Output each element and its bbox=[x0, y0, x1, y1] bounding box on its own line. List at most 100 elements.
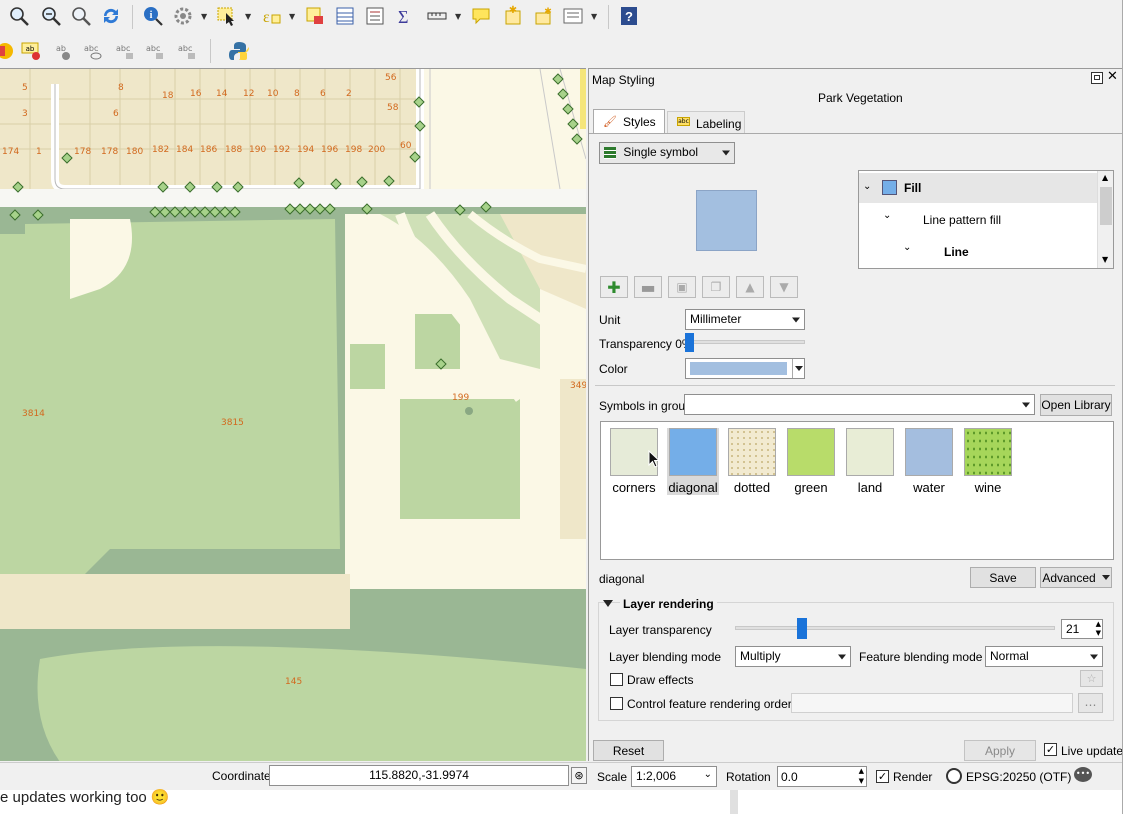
advanced-button[interactable]: Advanced bbox=[1040, 567, 1112, 588]
symbol-item-green[interactable]: green bbox=[785, 428, 837, 495]
crs-label[interactable]: EPSG:20250 (OTF) bbox=[966, 770, 1071, 784]
coordinate-value: 115.8820,-31.9974 bbox=[369, 768, 469, 782]
label-pin-icon[interactable]: ab bbox=[18, 38, 44, 64]
layer-transparency-slider[interactable] bbox=[735, 626, 1055, 630]
select-location-icon[interactable]: ε bbox=[258, 3, 284, 29]
label-edit-icon[interactable]: abc bbox=[142, 38, 168, 64]
lock-layer-button[interactable]: ▣ bbox=[668, 276, 696, 298]
rotation-spinbox[interactable]: 0.0 ▲ ▼ bbox=[777, 766, 867, 787]
control-order-field[interactable] bbox=[791, 693, 1073, 713]
tab-styles[interactable]: 🖌 Styles bbox=[593, 109, 665, 133]
messages-icon[interactable]: ••• bbox=[1074, 767, 1092, 782]
symbol-label: wine bbox=[974, 480, 1002, 495]
label-show-icon[interactable]: ab bbox=[50, 38, 76, 64]
save-button[interactable]: Save bbox=[970, 567, 1036, 588]
symbol-item-wine[interactable]: wine bbox=[962, 428, 1014, 495]
layer-transparency-label: Layer transparency bbox=[609, 623, 712, 637]
color-swatch bbox=[690, 362, 787, 375]
identify-icon[interactable]: i bbox=[140, 3, 166, 29]
tree-scrollbar[interactable]: ▲ ▼ bbox=[1097, 171, 1113, 268]
symbols-group-select[interactable] bbox=[684, 394, 1035, 415]
select-icon[interactable] bbox=[214, 3, 240, 29]
field-calc-icon[interactable] bbox=[362, 3, 388, 29]
chevron-down-icon[interactable]: ▼ bbox=[289, 12, 297, 21]
draw-effects-checkbox[interactable] bbox=[610, 673, 623, 686]
label-move-icon[interactable]: abc bbox=[80, 38, 106, 64]
transparency-handle[interactable] bbox=[685, 333, 694, 352]
add-layer-button[interactable]: ✚ bbox=[600, 276, 628, 298]
symbol-item-diagonal[interactable]: diagonal bbox=[667, 428, 719, 495]
label-icon[interactable] bbox=[0, 38, 18, 64]
zoom-in-icon[interactable] bbox=[6, 3, 32, 29]
tips-icon[interactable] bbox=[560, 3, 586, 29]
renderer-select[interactable]: Single symbol bbox=[599, 142, 735, 164]
map-label: 178 bbox=[74, 147, 92, 157]
symbol-layer-tree[interactable]: ⌄ Fill ⌄ Line pattern fill ⌄ Line ▲ ▼ bbox=[858, 170, 1114, 269]
new-bookmark-icon[interactable]: ✱ bbox=[530, 3, 556, 29]
control-order-checkbox[interactable] bbox=[610, 697, 623, 710]
scale-select[interactable]: 1:2,006 ⌄ bbox=[631, 766, 717, 787]
symbol-swatch bbox=[669, 428, 717, 476]
symbol-item-dotted[interactable]: dotted bbox=[726, 428, 778, 495]
zoom-layer-icon[interactable] bbox=[68, 3, 94, 29]
chevron-down-icon[interactable]: ▼ bbox=[201, 12, 209, 21]
chevron-down-icon[interactable]: ▼ bbox=[455, 12, 463, 21]
map-canvas[interactable]: 5 8 18 16 14 12 10 8 6 2 3 6 56 58 174 1… bbox=[0, 68, 586, 761]
deselect-icon[interactable] bbox=[302, 3, 328, 29]
spin-down-icon: ▼ bbox=[858, 777, 864, 785]
chevron-down-icon[interactable]: ▼ bbox=[245, 12, 253, 21]
single-symbol-icon bbox=[604, 146, 616, 159]
symbol-item-land[interactable]: land bbox=[844, 428, 896, 495]
apply-button[interactable]: Apply bbox=[964, 740, 1036, 761]
refresh-icon[interactable] bbox=[98, 3, 124, 29]
tree-row-line-pattern[interactable]: ⌄ Line pattern fill bbox=[859, 206, 1097, 232]
coordinate-field[interactable]: 115.8820,-31.9974 bbox=[269, 765, 569, 786]
tree-label: Fill bbox=[904, 181, 922, 195]
zoom-out-icon[interactable] bbox=[38, 3, 64, 29]
layer-transparency-handle[interactable] bbox=[797, 618, 808, 639]
tab-labeling[interactable]: abc Labeling bbox=[667, 111, 745, 133]
transparency-slider[interactable] bbox=[685, 340, 805, 344]
settings-icon[interactable] bbox=[170, 3, 196, 29]
move-up-button[interactable]: ▲ bbox=[736, 276, 764, 298]
map-label: 5 bbox=[22, 83, 28, 93]
symbol-list[interactable]: corners diagonal dotted green land water… bbox=[600, 421, 1114, 560]
crs-icon[interactable] bbox=[946, 768, 962, 784]
float-icon[interactable] bbox=[1091, 72, 1103, 84]
chevron-down-icon[interactable]: ▼ bbox=[591, 12, 599, 21]
label-change-icon[interactable]: abc bbox=[174, 38, 200, 64]
label-rotate-icon[interactable]: abc bbox=[112, 38, 138, 64]
unit-select[interactable]: Millimeter bbox=[685, 309, 805, 330]
close-icon[interactable]: ✕ bbox=[1107, 69, 1118, 84]
help-icon[interactable]: ? bbox=[616, 3, 642, 29]
attribute-table-icon[interactable] bbox=[332, 3, 358, 29]
tree-row-line[interactable]: ⌄ Line bbox=[859, 238, 1097, 264]
color-button[interactable] bbox=[685, 358, 805, 379]
bookmark-icon[interactable]: ✱ bbox=[500, 3, 526, 29]
remove-layer-button[interactable]: ▬ bbox=[634, 276, 662, 298]
open-library-button[interactable]: Open Library bbox=[1040, 394, 1112, 416]
move-down-button[interactable]: ▼ bbox=[770, 276, 798, 298]
mouse-position-icon[interactable]: ⊛ bbox=[571, 767, 587, 784]
duplicate-layer-button[interactable]: ❐ bbox=[702, 276, 730, 298]
live-update-checkbox[interactable]: ✓ bbox=[1044, 743, 1057, 756]
symbols-group-label: Symbols in group bbox=[599, 399, 692, 413]
symbol-item-water[interactable]: water bbox=[903, 428, 955, 495]
layer-blending-value: Multiply bbox=[740, 649, 781, 663]
more-options-button[interactable]: … bbox=[1078, 693, 1103, 713]
layer-blending-select[interactable]: Multiply bbox=[735, 646, 851, 667]
feature-blending-select[interactable]: Normal bbox=[985, 646, 1103, 667]
tree-row-fill[interactable]: ⌄ Fill bbox=[859, 173, 1097, 203]
python-icon[interactable] bbox=[226, 38, 252, 64]
collapse-arrow-icon[interactable] bbox=[603, 600, 613, 607]
layer-transparency-spinbox[interactable]: 21 ▲ ▼ bbox=[1061, 619, 1103, 639]
annotation-icon[interactable] bbox=[468, 3, 494, 29]
effects-star-icon[interactable]: ☆ bbox=[1080, 670, 1103, 687]
symbol-label: land bbox=[857, 480, 883, 495]
statistics-icon[interactable]: Σ bbox=[392, 3, 418, 29]
map-label: 198 bbox=[345, 145, 363, 155]
measure-icon[interactable] bbox=[424, 3, 450, 29]
render-checkbox[interactable]: ✓ bbox=[876, 770, 889, 783]
reset-button[interactable]: Reset bbox=[593, 740, 664, 761]
color-label: Color bbox=[599, 362, 628, 376]
